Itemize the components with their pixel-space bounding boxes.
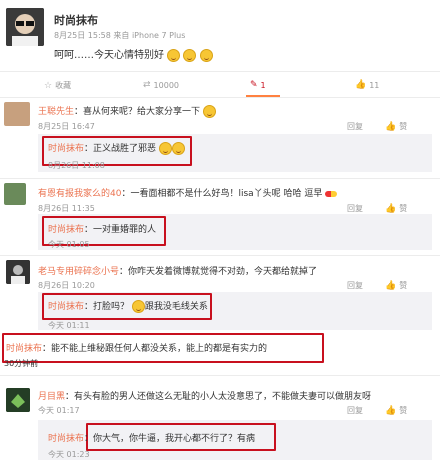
- post-author-name[interactable]: 时尚抹布: [54, 12, 98, 28]
- commenter-name[interactable]: 时尚抹布: [6, 344, 42, 354]
- reply-action[interactable]: 回复: [347, 203, 363, 214]
- comment-row: 老马专用碎碎念小号：你咋天发着微博就觉得不对劲，今天都给就掉了: [38, 267, 318, 277]
- comment-row: 王聪先生：喜从何来呢？给大家分享一下: [38, 104, 216, 118]
- repost-icon: ⇄: [143, 80, 151, 90]
- laugh-emoji-icon: [131, 300, 145, 313]
- like-action[interactable]: 👍 赞: [385, 280, 407, 291]
- comment-text: 有头有脸的男人还做这么无耻的小人太没意思了，不能做夫妻可以做朋友呀: [74, 392, 372, 402]
- like-action[interactable]: 👍 赞: [385, 405, 407, 416]
- reply-time: 今天 01:23: [48, 450, 90, 459]
- comment-row: 月目黑：有头有脸的男人还做这么无耻的小人太没意思了，不能做夫妻可以做朋友呀: [38, 392, 372, 402]
- commenter-name[interactable]: 王聪先生: [38, 107, 74, 117]
- reply-row: 时尚抹布：正义战胜了邪恶: [48, 141, 185, 155]
- commenter-avatar[interactable]: [6, 260, 30, 284]
- comment-row: 有恩有报我家么的40：一看面相都不是什么好鸟！lisa丫头呢 哈哈 逗早: [38, 186, 338, 199]
- grin-emoji-icon: [183, 48, 197, 62]
- comment-button[interactable]: ✎ 1: [250, 80, 266, 90]
- reply-action[interactable]: 回复: [347, 405, 363, 416]
- divider: [0, 375, 440, 376]
- reply-time: 8月26日 11:08: [48, 161, 105, 170]
- reply-text: 打脸吗？: [93, 302, 130, 312]
- reply-text: 一对重婚罪的人: [93, 225, 157, 235]
- commenter-avatar[interactable]: [6, 388, 30, 412]
- comment-row: 时尚抹布：能不能上维秘跟任何人都没关系，能上的都是有实力的: [6, 344, 268, 354]
- comment-text: 喜从何来呢？给大家分享一下: [83, 107, 201, 117]
- post-meta: 8月25日 15:58 来自 iPhone 7 Plus: [54, 31, 186, 40]
- bookmark-icon: ☆: [44, 80, 53, 91]
- thumb-icon: 👍: [385, 405, 397, 416]
- reply-user[interactable]: 时尚抹布: [48, 434, 84, 444]
- reply-action[interactable]: 回复: [347, 121, 363, 132]
- thumb-icon: 👍: [385, 280, 397, 291]
- commenter-avatar[interactable]: [4, 102, 30, 126]
- laugh-emoji-icon: [171, 142, 185, 155]
- reply-row: 时尚抹布：打脸吗？ 跟我没毛线关系: [48, 300, 208, 313]
- comment-text: 能不能上维秘跟任何人都没关系，能上的都是有实力的: [51, 344, 268, 354]
- commenter-name[interactable]: 有恩有报我家么的40: [38, 189, 121, 199]
- comment-time: 8月26日 10:20: [38, 281, 95, 290]
- pill-icon: [325, 190, 338, 197]
- reply-user[interactable]: 时尚抹布: [48, 302, 84, 312]
- grin-emoji-icon: [167, 48, 181, 62]
- reply-user[interactable]: 时尚抹布: [48, 144, 84, 154]
- laugh-emoji-icon: [158, 142, 172, 155]
- comment-text: 一看面相都不是什么好鸟！lisa丫头呢 哈哈 逗早: [130, 189, 323, 199]
- comment-time: 今天 01:17: [38, 406, 80, 415]
- reply-row: 时尚抹布：一对重婚罪的人: [48, 225, 157, 235]
- divider: [0, 97, 440, 98]
- reply-time: 今天 01:11: [48, 321, 90, 330]
- divider: [0, 178, 440, 179]
- divider: [0, 255, 440, 256]
- post-text-row: 呵呵……今天心情特别好: [54, 46, 213, 62]
- commenter-name[interactable]: 月目黑: [38, 392, 65, 402]
- reply-time: 今天 01:05: [48, 240, 90, 249]
- like-action[interactable]: 👍 赞: [385, 121, 407, 132]
- commenter-avatar[interactable]: [4, 183, 26, 205]
- reply-text-continued: 跟我没毛线关系: [144, 302, 208, 312]
- divider: [0, 71, 440, 72]
- repost-button[interactable]: ⇄ 10000: [143, 80, 179, 90]
- like-icon: 👍: [355, 80, 367, 90]
- reply-text: 正义战胜了邪恶: [93, 144, 157, 154]
- reply-row: 时尚抹布：你大气，你牛逼，我开心都不行了？有病: [48, 434, 256, 444]
- comment-time: 8月26日 11:35: [38, 204, 95, 213]
- bookmark-button[interactable]: ☆ 收藏: [44, 80, 71, 91]
- comment-icon: ✎: [250, 80, 258, 90]
- like-action[interactable]: 👍 赞: [385, 203, 407, 214]
- reply-text: 你大气，你牛逼，我开心都不行了？有病: [93, 434, 256, 444]
- comment-text: 你咋天发着微博就觉得不对劲，今天都给就掉了: [128, 267, 318, 277]
- smile-emoji-icon: [202, 105, 216, 118]
- commenter-name[interactable]: 老马专用碎碎念小号: [38, 267, 119, 277]
- grin-emoji-icon: [199, 48, 213, 62]
- author-avatar[interactable]: [6, 8, 44, 46]
- thumb-icon: 👍: [385, 203, 397, 214]
- reply-user[interactable]: 时尚抹布: [48, 225, 84, 235]
- comment-time: 8月25日 16:47: [38, 122, 95, 131]
- reply-action[interactable]: 回复: [347, 280, 363, 291]
- post-text: 呵呵……今天心情特别好: [54, 50, 164, 61]
- thumb-icon: 👍: [385, 121, 397, 132]
- comment-time: 30分钟前: [4, 359, 39, 368]
- like-button[interactable]: 👍 11: [355, 80, 379, 90]
